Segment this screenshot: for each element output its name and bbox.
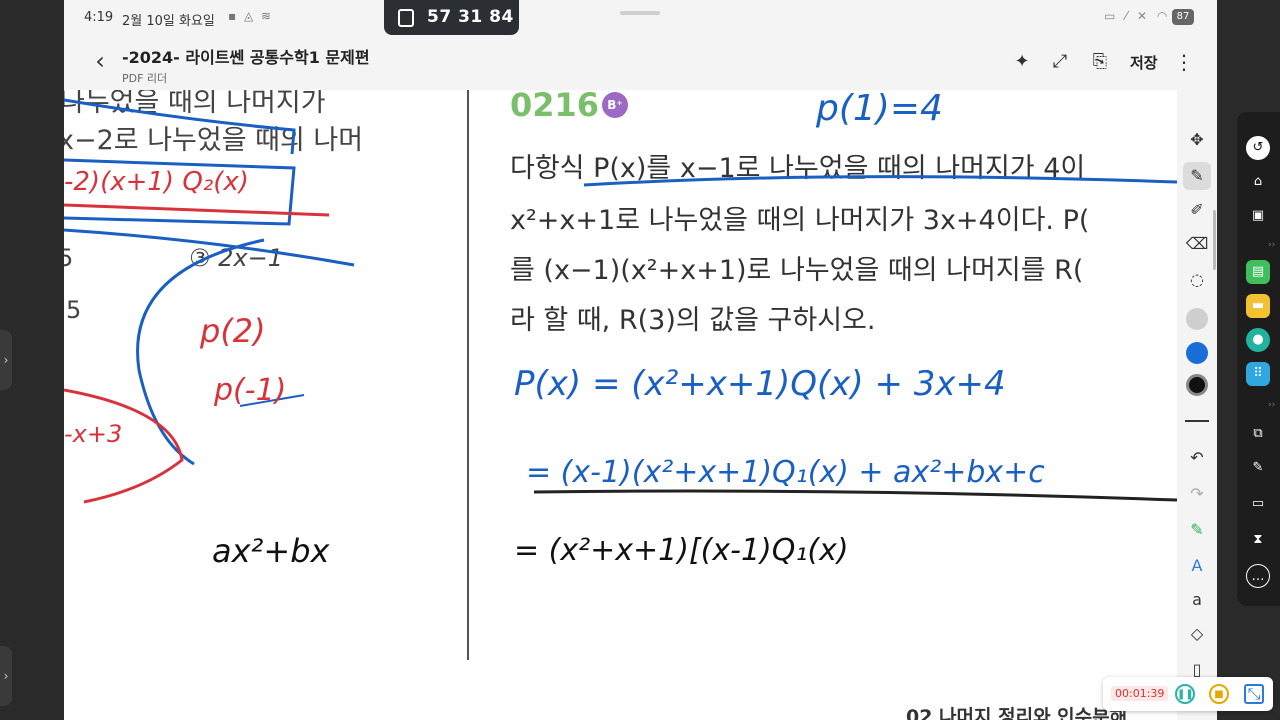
color-swatch-black[interactable] xyxy=(1186,374,1208,396)
pen-tool-icon[interactable]: ✎ xyxy=(1183,162,1211,190)
green-pen-icon[interactable]: ✎ xyxy=(1183,516,1211,544)
ink-text: = (x-1)(x²+x+1)Q₁(x) + ax²+bx+c xyxy=(526,455,1045,490)
more-apps-icon[interactable]: … xyxy=(1246,564,1270,588)
meeting-code: 57 31 84 xyxy=(427,7,514,27)
text-size-icon[interactable]: a xyxy=(1183,586,1211,614)
grid-app-icon[interactable]: ⠿ xyxy=(1246,362,1270,386)
toolbar-scrollbar[interactable] xyxy=(1213,210,1216,270)
home-icon[interactable]: ⌂ xyxy=(1246,170,1270,194)
screen-recorder-widget: 00:01:39 ❚❚ ■ ⤡ xyxy=(1103,677,1273,711)
ink-text: p(1)=4 xyxy=(815,90,943,129)
document-title: -2024- 라이트쎈 공통수학1 문제편 xyxy=(122,48,370,67)
notification-icons: ▪ ◬ ≋ xyxy=(228,9,274,23)
toolbar-separator xyxy=(1185,420,1209,422)
screen-capture-icon[interactable]: ⧉ xyxy=(1246,422,1270,446)
status-bar: 4:19 2월 10일 화요일 ▪ ◬ ≋ ▭ ⁄ ✕ ◠ 87 xyxy=(64,0,1217,36)
meeting-code-pill[interactable]: 57 31 84 xyxy=(384,0,519,35)
green-app-icon[interactable]: ▤ xyxy=(1246,260,1270,284)
recording-time: 00:01:39 xyxy=(1111,686,1169,701)
lasso-icon[interactable]: ◌ xyxy=(1183,266,1211,294)
color-swatch-blue[interactable] xyxy=(1186,342,1208,364)
color-swatch-gray[interactable] xyxy=(1186,308,1208,330)
expand-recorder-button[interactable]: ⤡ xyxy=(1244,684,1264,704)
save-button[interactable]: 저장 xyxy=(1130,52,1158,73)
ink-text: P(x) = (x²+x+1)Q(x) + 3x+4 xyxy=(514,364,1006,404)
chevron-right-icon: ›› xyxy=(1268,240,1276,250)
left-side-handle[interactable]: › xyxy=(0,646,12,706)
storage-icon[interactable]: ▭ xyxy=(1246,492,1270,516)
notes-app-icon[interactable]: ▬ xyxy=(1246,294,1270,318)
floating-app-bar: ↺ ⌂ ▣ ›› ▤ ▬ ● ⠿ ›› ⧉ ✎ ▭ ⧗ … xyxy=(1237,112,1280,606)
pause-button[interactable]: ❚❚ xyxy=(1175,684,1195,704)
ink-text: p(-1) xyxy=(213,373,286,408)
undo-icon[interactable]: ↶ xyxy=(1183,444,1211,472)
teal-app-icon[interactable]: ● xyxy=(1246,328,1270,352)
chevron-right-icon: ›› xyxy=(1268,400,1276,410)
document-settings-icon[interactable]: ⎘ xyxy=(1088,50,1112,74)
screen: 4:19 2월 10일 화요일 ▪ ◬ ≋ ▭ ⁄ ✕ ◠ 87 ‹ -2024… xyxy=(0,0,1280,720)
ink-stroke xyxy=(64,228,355,267)
more-options-icon[interactable]: ⋮ xyxy=(1174,50,1194,74)
ink-text: -x+3 xyxy=(64,420,122,448)
shapes-icon[interactable]: ◇ xyxy=(1183,620,1211,648)
ink-text: ax²+bx xyxy=(212,532,331,570)
stop-button[interactable]: ■ xyxy=(1209,684,1229,704)
draw-icon[interactable]: ✎ xyxy=(1246,456,1270,480)
ink-stroke xyxy=(64,98,296,155)
left-side-handle[interactable]: › xyxy=(0,330,12,390)
ink-text: = (x²+x+1)[(x-1)Q₁(x) xyxy=(514,533,849,568)
eraser-icon[interactable]: ⌫ xyxy=(1183,230,1211,258)
window-drag-handle[interactable] xyxy=(620,11,660,15)
pdf-page-canvas[interactable]: 나누었을 때의 나머지가 x−2로 나누었을 때의 나머 5 ③ 2x−1 5 … xyxy=(64,90,1177,720)
ink-text: p(2) xyxy=(199,312,266,350)
pdf-reader-window: 4:19 2월 10일 화요일 ▪ ◬ ≋ ▭ ⁄ ✕ ◠ 87 ‹ -2024… xyxy=(64,0,1217,720)
battery-indicator: 87 xyxy=(1172,9,1194,25)
document-subtitle: PDF 리더 xyxy=(122,72,168,85)
hourglass-icon[interactable]: ⧗ xyxy=(1246,528,1270,552)
sparkle-icon[interactable]: ✦ xyxy=(1010,50,1034,74)
text-tool-icon[interactable]: A xyxy=(1183,552,1211,580)
back-button[interactable]: ‹ xyxy=(86,48,114,76)
ink-stroke xyxy=(136,238,265,466)
status-date: 2월 10일 화요일 xyxy=(122,14,215,29)
handwriting-layer: p(1)=4 P(x) = (x²+x+1)Q(x) + 3x+4 = (x-1… xyxy=(64,90,1177,570)
redo-icon[interactable]: ↷ xyxy=(1183,480,1211,508)
ink-text: -2)(x+1) Q₂(x) xyxy=(64,167,249,197)
ink-stroke xyxy=(583,175,1177,187)
annotation-toolbar: ✥ ✎ ✐ ⌫ ◌ ↶ ↷ ✎ A a ◇ ▯ xyxy=(1177,90,1217,720)
back-circle-icon[interactable]: ↺ xyxy=(1246,136,1270,160)
status-time: 4:19 xyxy=(84,10,114,25)
move-icon[interactable]: ✥ xyxy=(1183,126,1211,154)
recent-apps-icon[interactable]: ▣ xyxy=(1246,204,1270,228)
title-bar: ‹ -2024- 라이트쎈 공통수학1 문제편 PDF 리더 ✦ ⤢ ⎘ 저장 … xyxy=(64,36,1217,90)
ink-stroke xyxy=(533,489,1177,502)
clipboard-icon xyxy=(398,9,414,27)
system-icons: ▭ ⁄ ✕ ◠ xyxy=(1104,9,1171,23)
highlighter-icon[interactable]: ✐ xyxy=(1183,196,1211,224)
expand-icon[interactable]: ⤢ xyxy=(1048,50,1072,74)
